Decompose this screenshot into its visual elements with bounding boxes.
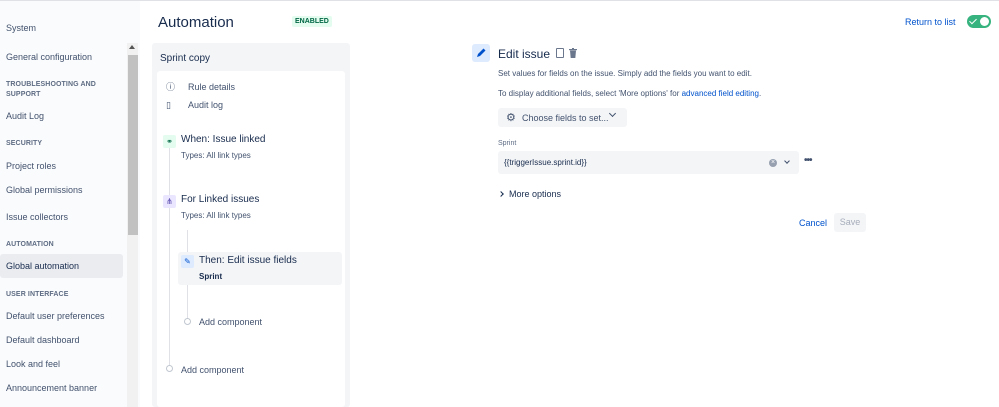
chevron-down-icon [608, 109, 617, 118]
sprint-field-label: Sprint [498, 140, 517, 147]
gear-icon: ⚙ [506, 112, 516, 124]
rule-details-label: Rule details [188, 82, 236, 92]
rule-details-link[interactable]: ⓘ Rule details [166, 80, 235, 93]
chevron-right-icon [498, 191, 504, 197]
sidebar-item-global-permissions[interactable]: Global permissions [0, 178, 123, 202]
action-step-title[interactable]: Then: Edit issue fields [199, 255, 297, 266]
sidebar-heading-troubleshooting: TROUBLESHOOTING AND SUPPORT [6, 81, 96, 98]
trash-icon[interactable] [569, 48, 577, 58]
rule-flow-line [169, 148, 170, 368]
branch-step-title[interactable]: For Linked issues [181, 194, 259, 205]
edit-issue-icon [472, 44, 490, 62]
add-component-inner[interactable]: Add component [199, 317, 262, 327]
rule-name: Sprint copy [160, 53, 211, 64]
rule-enabled-toggle[interactable] [967, 15, 991, 28]
more-options-label: More options [509, 189, 562, 199]
toggle-knob [980, 17, 989, 26]
pencil-icon [477, 48, 486, 57]
admin-sidebar: System General configuration TROUBLESHOO… [0, 1, 140, 407]
sidebar-system-label: System [6, 23, 37, 33]
sidebar-item-project-roles[interactable]: Project roles [0, 154, 123, 178]
trigger-step-title[interactable]: When: Issue linked [181, 134, 266, 145]
add-component-dot-icon [166, 365, 173, 372]
sprint-field-input[interactable]: {{triggerIssue.sprint.id}} × [498, 151, 799, 174]
sidebar-item-general-configuration[interactable]: General configuration [0, 45, 123, 69]
sidebar-heading-security: SECURITY [6, 140, 43, 147]
rule-card [157, 71, 345, 407]
chevron-down-icon[interactable] [784, 158, 790, 164]
branch-step-subtitle: Types: All link types [181, 211, 251, 220]
scroll-up-arrow-icon[interactable] [129, 45, 135, 49]
check-icon [969, 16, 977, 25]
cancel-button[interactable]: Cancel [799, 218, 827, 228]
sprint-field-value: {{triggerIssue.sprint.id}} [504, 158, 587, 167]
sidebar-scrollbar-thumb[interactable] [128, 55, 138, 235]
trigger-step-subtitle: Types: All link types [181, 151, 251, 160]
advanced-field-editing-link[interactable]: advanced field editing [682, 89, 759, 98]
edit-description-more: To display additional fields, select 'Mo… [498, 89, 761, 98]
add-component-dot-icon [184, 318, 191, 325]
edit-description: Set values for fields on the issue. Simp… [498, 69, 752, 78]
desc-prefix: To display additional fields, select 'Mo… [498, 89, 682, 98]
sidebar-item-default-dashboard[interactable]: Default dashboard [0, 328, 123, 352]
page-title: Automation [158, 14, 234, 31]
top-border [0, 0, 999, 1]
more-actions-icon[interactable]: ••• [804, 155, 812, 166]
audit-log-label: Audit log [188, 100, 224, 110]
save-button[interactable]: Save [834, 213, 866, 232]
more-options-toggle[interactable]: More options [498, 189, 562, 199]
info-icon: ⓘ [166, 82, 176, 92]
link-icon: ⚭ [163, 135, 176, 148]
sidebar-item-audit-log[interactable]: Audit Log [0, 104, 123, 128]
sidebar-item-global-automation[interactable]: Global automation [0, 254, 123, 278]
sidebar-heading-automation: AUTOMATION [6, 241, 54, 248]
sidebar-item-default-user-preferences[interactable]: Default user preferences [0, 304, 123, 328]
choose-fields-button[interactable]: ⚙ Choose fields to set... [498, 108, 627, 127]
action-step-subtitle: Sprint [199, 272, 223, 281]
sidebar-item-issue-collectors[interactable]: Issue collectors [0, 205, 123, 229]
copy-icon[interactable] [556, 48, 564, 58]
return-to-list-link[interactable]: Return to list [905, 17, 956, 27]
branch-icon: ⋔ [163, 195, 176, 208]
choose-fields-label: Choose fields to set... [522, 113, 609, 123]
clear-icon[interactable]: × [769, 159, 777, 167]
audit-log-link[interactable]: ▯ Audit log [166, 100, 223, 111]
sidebar-heading-user-interface: USER INTERFACE [6, 291, 69, 298]
sidebar-item-look-and-feel[interactable]: Look and feel [0, 352, 123, 376]
document-icon: ▯ [166, 100, 171, 110]
pencil-icon: ✎ [181, 255, 194, 268]
edit-issue-title: Edit issue [498, 47, 551, 61]
status-badge: ENABLED [292, 16, 332, 27]
sidebar-item-announcement-banner[interactable]: Announcement banner [0, 376, 123, 400]
desc-suffix: . [758, 89, 762, 98]
add-component-outer[interactable]: Add component [181, 365, 244, 375]
